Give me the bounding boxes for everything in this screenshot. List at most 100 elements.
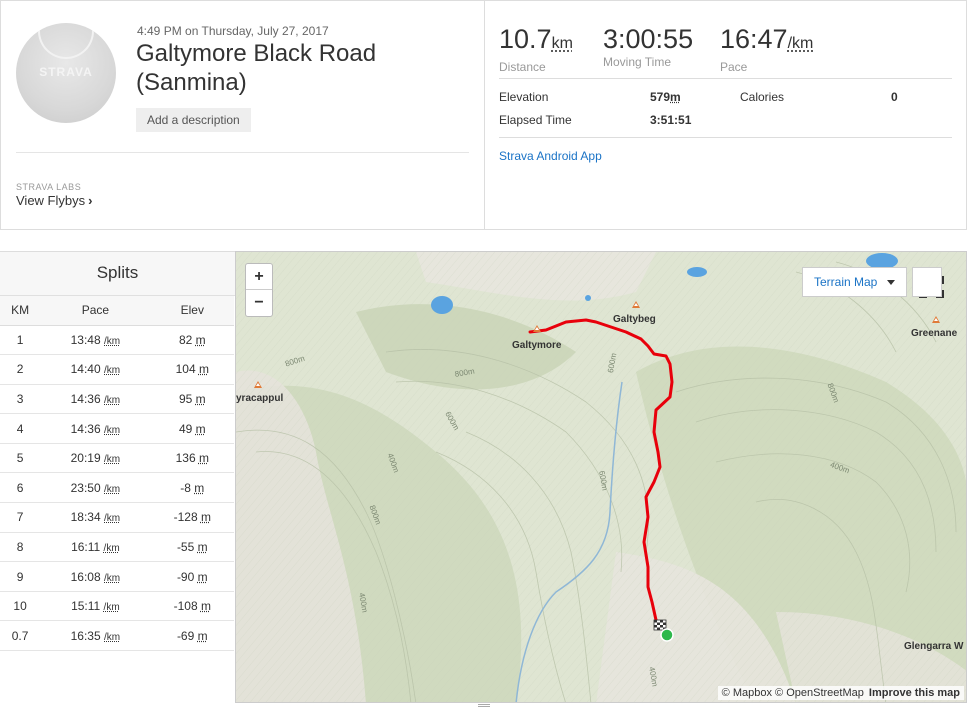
divider [499,78,952,79]
split-pace-value: 14:36 [70,421,101,436]
split-elev: -69 m [150,620,234,652]
elevation-number: 579 [650,90,671,104]
split-pace: 14:40 /km [40,354,151,385]
elev-unit: m [200,599,211,614]
split-elev: 49 m [150,413,234,444]
divider [499,137,952,138]
split-pace: 16:35 /km [40,620,151,652]
elevation-unit: m [670,90,681,104]
table-row: 9 16:08 /km -90 m [0,561,234,592]
labs-tag: STRAVA LABS [16,182,82,192]
split-elev-value: 49 [178,421,193,436]
table-row: 6 23:50 /km -8 m [0,472,234,504]
split-elev-value: 104 [175,362,196,377]
split-elev-value: 82 [178,332,193,347]
caret-down-icon [887,280,895,285]
split-km: 8 [0,532,41,563]
jersey-icon [38,29,94,59]
stat-distance: 10.7km Distance [499,23,573,74]
split-pace: 18:34 /km [40,502,151,533]
place-galtymore: Galtymore [512,340,562,351]
elapsed-time-value: 3:51:51 [650,113,692,127]
split-km: 7 [0,502,41,533]
split-elev: -108 m [150,591,234,622]
strava-logo: STRAVA [39,65,93,79]
split-elev: 82 m [150,325,234,356]
elev-unit: m [197,569,208,584]
elevation-value: 579m [650,90,681,104]
pace-unit: /km [103,542,120,554]
split-km: 2 [0,354,41,385]
split-elev-value: 136 [175,451,196,466]
map-layer-dropdown[interactable]: Terrain Map [802,267,907,297]
device-link[interactable]: Strava Android App [499,149,602,163]
split-elev-value: -69 [176,628,195,643]
split-pace: 15:11 /km [40,591,151,622]
osm-link[interactable]: © OpenStreetMap [775,687,864,699]
split-elev-value: -108 [173,599,198,614]
finish-flag-icon [653,619,667,631]
table-row: 0.7 16:35 /km -69 m [0,620,234,652]
calories-label: Calories [740,90,785,104]
split-pace-value: 16:11 [71,539,101,554]
pace-unit: /km [787,35,814,52]
split-km: 0.7 [0,620,41,652]
elev-unit: m [197,539,208,554]
zoom-controls: + − [245,263,273,317]
activity-summary: STRAVA 4:49 PM on Thursday, July 27, 201… [0,0,967,230]
table-row: 4 14:36 /km 49 m [0,413,234,444]
splits-panel: Splits KM Pace Elev 1 13:48 /km 82 m 2 14:40… [0,251,235,652]
pace-value: 16:47 [720,24,788,54]
split-pace-value: 20:19 [70,451,101,466]
split-pace-value: 14:40 [70,362,101,377]
athlete-avatar[interactable]: STRAVA [16,23,116,123]
column-header-km: KM [0,296,41,326]
split-pace: 20:19 /km [40,443,151,474]
pace-label: Pace [720,60,748,74]
elev-unit: m [198,451,209,466]
elev-unit: m [195,332,206,347]
split-elev: -8 m [150,472,234,504]
split-pace: 16:11 /km [40,532,151,563]
table-row: 7 18:34 /km -128 m [0,502,234,533]
pace-unit: /km [104,335,121,347]
split-pace: 16:08 /km [40,561,151,592]
fullscreen-button[interactable] [912,267,942,297]
zoom-in-button[interactable]: + [246,264,272,290]
split-km: 10 [0,591,41,622]
route-map[interactable]: + − Terrain Map Galtymore Galtybeg Green… [235,251,967,703]
elev-unit: m [194,480,205,495]
mapbox-link[interactable]: © Mapbox [722,687,772,699]
elev-unit: m [195,421,206,436]
split-pace: 14:36 /km [40,413,151,444]
zoom-out-button[interactable]: − [246,290,272,316]
split-elev-value: -8 [180,480,191,495]
view-flybys-link[interactable]: View Flybys › [16,193,92,208]
add-description-button[interactable]: Add a description [136,108,251,132]
stat-pace: 16:47/km Pace [720,23,813,74]
split-elev-value: -128 [173,510,198,525]
elapsed-time-label: Elapsed Time [499,113,572,127]
split-elev: -128 m [150,502,234,533]
splits-rows: 1 13:48 /km 82 m 2 14:40 /km 104 m 3 14:36 /km 9… [0,325,234,652]
pace-unit: /km [104,394,121,406]
split-pace: 23:50 /km [40,472,151,504]
pace-unit: /km [103,602,120,614]
activity-datetime: 4:49 PM on Thursday, July 27, 2017 [137,24,329,38]
distance-label: Distance [499,60,546,74]
distance-unit: km [551,35,573,52]
split-elev: 104 m [150,354,234,385]
pace-unit: /km [104,454,121,466]
split-elev: -90 m [150,561,234,592]
improve-map-link[interactable]: Improve this map [869,687,960,699]
table-row: 10 15:11 /km -108 m [0,591,234,622]
activity-header: STRAVA 4:49 PM on Thursday, July 27, 201… [1,1,485,229]
pace-unit: /km [104,572,121,584]
split-pace-value: 13:48 [70,332,101,347]
split-km: 4 [0,413,41,444]
peak-icon [932,316,940,323]
split-km: 9 [0,561,41,592]
map-attribution: © Mapbox © OpenStreetMap Improve this ma… [717,686,964,700]
calories-value: 0 [891,90,898,104]
distance-value: 10.7 [499,24,552,54]
